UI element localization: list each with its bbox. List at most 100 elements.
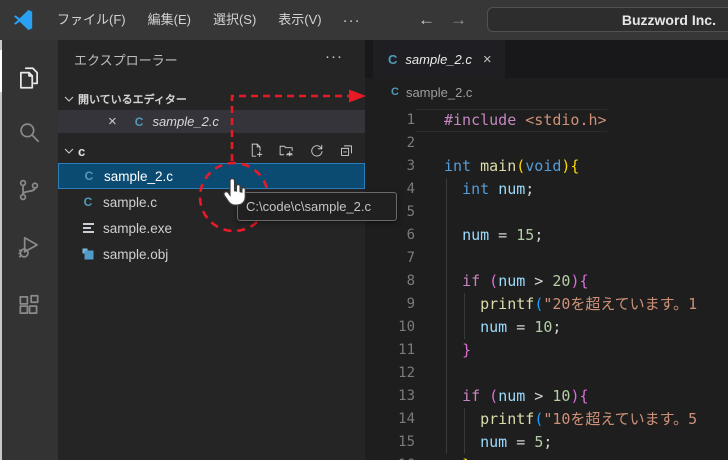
collapse-all-icon[interactable] — [338, 142, 355, 159]
code-line[interactable]: 11 } — [365, 339, 728, 362]
explorer-files-icon[interactable] — [0, 54, 58, 102]
menu-file[interactable]: ファイル(F) — [46, 0, 137, 40]
code-line[interactable]: 2 — [365, 132, 728, 155]
code-token: int — [444, 157, 472, 175]
line-number: 1 — [406, 112, 415, 128]
menu-selection[interactable]: 選択(S) — [202, 0, 267, 40]
active-view-indicator — [0, 50, 2, 92]
line-number: 16 — [365, 454, 415, 460]
code-token: num — [498, 387, 526, 405]
line-number: 3 — [406, 158, 415, 174]
code-text: num = 5; — [415, 431, 552, 454]
open-editor-filename: sample_2.c — [152, 114, 219, 129]
code-token: 10 — [552, 387, 571, 405]
file-name: sample.c — [103, 194, 158, 210]
code-token: 20 — [552, 272, 571, 290]
code-token: num — [498, 180, 526, 198]
code-token: int — [462, 180, 490, 198]
tab-close-icon[interactable]: × — [483, 51, 492, 68]
code-token: ){ — [561, 157, 580, 175]
open-editor-item[interactable]: × C sample_2.c — [58, 110, 365, 133]
new-folder-icon[interactable] — [278, 142, 295, 159]
menu-edit[interactable]: 編集(E) — [137, 0, 202, 40]
back-arrow-icon[interactable]: ← — [418, 0, 435, 40]
tab-label: sample_2.c — [405, 51, 472, 67]
code-token: num — [480, 318, 508, 336]
code-line[interactable]: 6 num = 15; — [365, 224, 728, 247]
file-name: sample.obj — [103, 246, 169, 262]
search-icon[interactable] — [0, 108, 58, 156]
code-token: ; — [552, 318, 562, 336]
code-token: "20を超えています。1 — [543, 295, 698, 313]
code-line[interactable]: 15 num = 5; — [365, 431, 728, 454]
code-token: 10 — [534, 318, 553, 336]
code-token: ; — [534, 226, 544, 244]
folder-header[interactable]: c — [58, 140, 365, 162]
line-number: 8 — [406, 273, 415, 289]
source-control-icon[interactable] — [0, 166, 58, 214]
c-file-icon: C — [388, 51, 398, 67]
code-token: = — [507, 433, 535, 451]
explorer-more-icon[interactable]: ··· — [325, 48, 343, 65]
code-line[interactable]: 12 — [365, 362, 728, 385]
code-line[interactable]: 10 num = 10; — [365, 316, 728, 339]
menu-more-icon[interactable]: ··· — [333, 12, 371, 29]
code-area[interactable]: 1 #include <stdio.h> 2 3 int main(void){… — [365, 109, 728, 460]
new-file-icon[interactable] — [248, 142, 265, 159]
forward-arrow-icon[interactable]: → — [450, 0, 467, 40]
code-token: 5 — [534, 433, 544, 451]
code-line[interactable]: 4 int num; — [365, 178, 728, 201]
extensions-icon[interactable] — [0, 281, 58, 329]
breadcrumb[interactable]: C sample_2.c — [365, 78, 728, 106]
window-edge — [0, 38, 2, 460]
title-bar: ファイル(F) 編集(E) 選択(S) 表示(V) ··· ← → Buzzwo… — [0, 0, 728, 40]
code-token: ; — [543, 433, 553, 451]
code-token: #include — [444, 111, 517, 129]
code-text: int num; — [415, 178, 534, 201]
explorer-sidebar: エクスプローラー ··· 開いているエディター × C sample_2.c c — [58, 40, 365, 460]
code-text: num = 15; — [415, 224, 543, 247]
code-token: ){ — [570, 387, 589, 405]
code-line[interactable]: 3 int main(void){ — [365, 155, 728, 178]
vscode-window: ファイル(F) 編集(E) 選択(S) 表示(V) ··· ← → Buzzwo… — [0, 0, 728, 460]
code-line[interactable]: 7 — [365, 247, 728, 270]
exe-file-icon — [81, 221, 95, 235]
indent-guide — [464, 293, 465, 339]
code-line[interactable]: 1 #include <stdio.h> — [365, 109, 728, 132]
run-debug-icon[interactable] — [0, 223, 58, 271]
file-row-sample-2-c[interactable]: C sample_2.c — [58, 163, 365, 189]
code-token: printf — [480, 410, 535, 428]
close-icon[interactable]: × — [108, 113, 117, 130]
code-line[interactable]: 9 printf("20を超えています。1 — [365, 293, 728, 316]
explorer-title: エクスプローラー — [74, 53, 178, 68]
code-line[interactable]: 8 if (num > 20){ — [365, 270, 728, 293]
code-token: <stdio.h> — [525, 111, 607, 129]
code-text: } — [415, 454, 471, 460]
code-token: num — [480, 433, 508, 451]
file-row-sample-obj[interactable]: sample.obj — [58, 241, 365, 267]
tab-sample-2-c[interactable]: C sample_2.c × — [373, 40, 505, 78]
code-line[interactable]: 16 } — [365, 454, 728, 460]
breadcrumb-filename: sample_2.c — [405, 84, 473, 100]
code-token: ( — [516, 157, 526, 175]
file-name: sample.exe — [103, 220, 173, 236]
command-center[interactable]: Buzzword Inc. — [487, 7, 728, 32]
code-token: num — [462, 226, 490, 244]
open-editors-header[interactable]: 開いているエディター — [58, 88, 365, 110]
menu-view[interactable]: 表示(V) — [267, 0, 332, 40]
code-line[interactable]: 5 — [365, 201, 728, 224]
refresh-icon[interactable] — [308, 142, 325, 159]
code-line[interactable]: 13 if (num > 10){ — [365, 385, 728, 408]
obj-file-icon — [81, 247, 95, 261]
chevron-down-icon — [64, 96, 74, 102]
code-line[interactable]: 14 printf("10を超えています。5 — [365, 408, 728, 431]
code-token: if — [462, 387, 481, 405]
